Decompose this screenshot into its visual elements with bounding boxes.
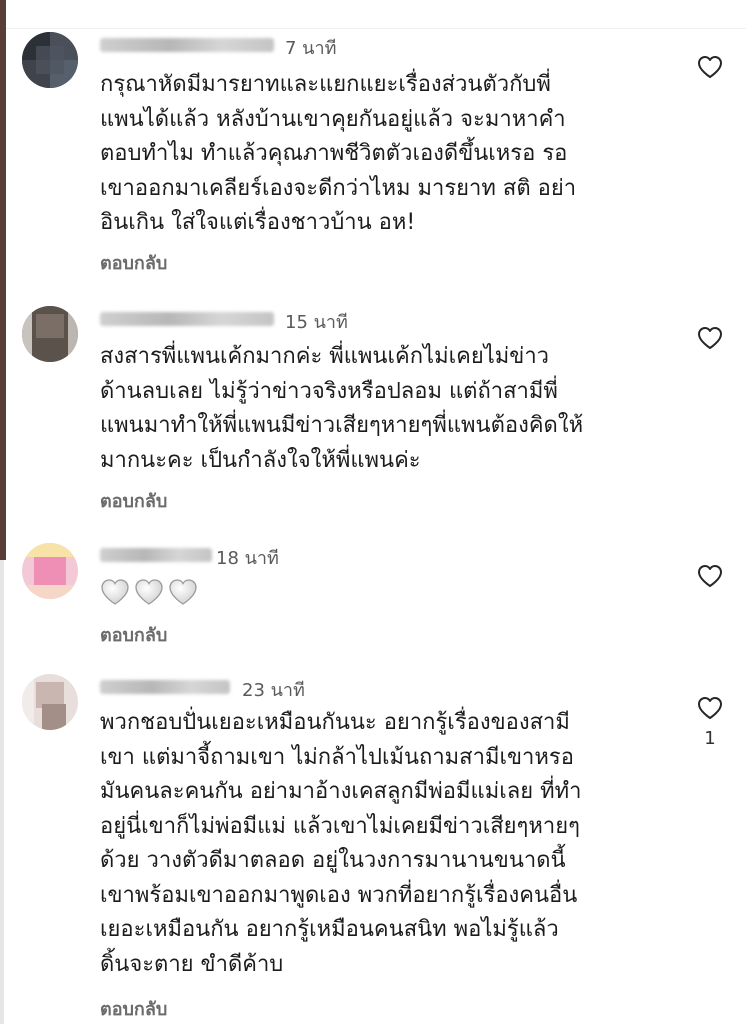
- avatar[interactable]: [22, 543, 78, 599]
- like-button[interactable]: [697, 55, 723, 79]
- white-heart-icon: [135, 579, 163, 605]
- username[interactable]: [100, 312, 274, 326]
- white-heart-icon: [169, 579, 197, 605]
- like-count: 1: [704, 728, 716, 749]
- comment-timestamp: 15 นาที: [285, 312, 348, 333]
- comment-text: กรุณาหัดมีมารยาทและแยกแยะเรื่องส่วนตัวกั…: [100, 72, 577, 235]
- avatar[interactable]: [22, 674, 78, 730]
- comment-timestamp: 23 นาที: [242, 680, 305, 701]
- reply-button[interactable]: ตอบกลับ: [100, 486, 167, 515]
- reply-button[interactable]: ตอบกลับ: [100, 248, 167, 277]
- background-edge: [0, 560, 4, 1024]
- comments-screen: 7 นาที กรุณาหัดมีมารยาทและแยกแยะเรื่องส่…: [0, 0, 746, 1024]
- heart-outline-icon: [698, 565, 722, 587]
- white-heart-icon: [101, 579, 129, 605]
- avatar[interactable]: [22, 306, 78, 362]
- reply-button[interactable]: ตอบกลับ: [100, 620, 167, 649]
- username[interactable]: [100, 680, 230, 694]
- heart-outline-icon: [698, 56, 722, 78]
- like-button[interactable]: [697, 696, 723, 720]
- username[interactable]: [100, 38, 274, 52]
- comment-text: พวกชอบปั่นเยอะเหมือนกันนะ อยากรู้เรื่องข…: [100, 710, 582, 977]
- emoji-row: [100, 578, 198, 606]
- heart-outline-icon: [698, 327, 722, 349]
- comment-timestamp: 18 นาที: [216, 548, 279, 569]
- comment-timestamp: 7 นาที: [285, 38, 337, 59]
- reply-button[interactable]: ตอบกลับ: [100, 994, 167, 1023]
- comment-text: สงสารพี่แพนเค้กมากค่ะ พี่แพนเค้กไม่เคยไม…: [100, 344, 584, 473]
- background-edge: [0, 0, 6, 560]
- avatar[interactable]: [22, 32, 78, 88]
- like-button[interactable]: [697, 564, 723, 588]
- heart-outline-icon: [698, 697, 722, 719]
- like-button[interactable]: [697, 326, 723, 350]
- username[interactable]: [100, 548, 212, 562]
- top-divider: [6, 0, 746, 29]
